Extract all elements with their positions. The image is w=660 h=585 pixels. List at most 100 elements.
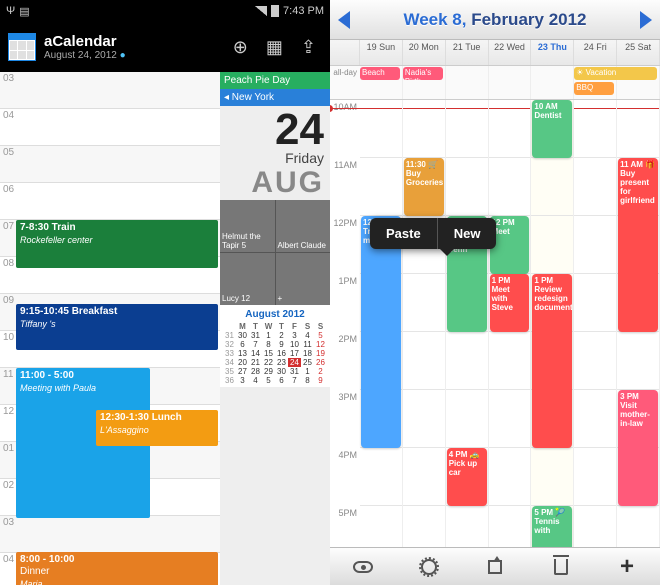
mini-cal-day[interactable]: 21 — [249, 358, 262, 367]
day-column[interactable]: 12 PM Train for marathon — [360, 100, 403, 547]
week-event[interactable]: 1 PM Review redesign documents — [532, 274, 572, 448]
mini-cal-day[interactable]: 36 — [223, 376, 236, 385]
allday-row[interactable]: all-day BeachNadia's Birth☀ VacationBBQ — [330, 66, 660, 100]
share-icon[interactable]: ⇪ — [301, 37, 316, 58]
mini-cal-day[interactable]: 31 — [288, 367, 301, 376]
mini-cal-day[interactable]: 24 — [288, 358, 301, 367]
mini-cal-day[interactable]: 20 — [236, 358, 249, 367]
mini-cal-day[interactable]: 9 — [275, 340, 288, 349]
hour-row[interactable]: 03 — [0, 72, 220, 109]
new-event-button[interactable]: New — [438, 218, 497, 249]
mini-cal-day[interactable]: 1 — [301, 367, 314, 376]
export-icon[interactable] — [484, 556, 506, 578]
hour-row[interactable]: 04 — [0, 109, 220, 146]
visibility-icon[interactable] — [352, 556, 374, 578]
day-column[interactable]: 11:30 🛒 Buy Groceries — [403, 100, 446, 547]
weekday-header[interactable]: 23 Thu — [531, 40, 574, 65]
mini-cal-day[interactable]: 7 — [249, 340, 262, 349]
mini-cal-day[interactable]: 4 — [249, 376, 262, 385]
mini-cal-day[interactable]: 17 — [288, 349, 301, 358]
mini-cal-day[interactable]: 8 — [262, 340, 275, 349]
hour-row[interactable]: 06 — [0, 183, 220, 220]
mini-cal-day[interactable]: 2 — [314, 367, 327, 376]
calendar-event[interactable]: 12:30-1:30 LunchL'Assaggino — [96, 410, 218, 446]
mini-cal-day[interactable]: 14 — [249, 349, 262, 358]
allday-event[interactable]: ☀ Vacation — [574, 67, 657, 80]
day-timeline[interactable]: 0304050607080910111201020304050607080910… — [0, 72, 220, 585]
calendar-event[interactable]: 9:15-10:45 BreakfastTiffany 's — [16, 304, 218, 350]
mini-cal-day[interactable]: 19 — [314, 349, 327, 358]
settings-icon[interactable] — [418, 556, 440, 578]
mini-cal-day[interactable]: 30 — [275, 367, 288, 376]
mini-cal-day[interactable]: 8 — [301, 376, 314, 385]
mini-cal-day[interactable]: 25 — [301, 358, 314, 367]
mini-cal-day[interactable]: 4 — [301, 331, 314, 340]
paste-button[interactable]: Paste — [370, 218, 437, 249]
next-week-button[interactable] — [640, 11, 652, 29]
contact-tile[interactable]: Albert Claude — [276, 200, 331, 252]
day-column[interactable]: 12 PM 🍴 Lunch with Jenn4 PM 🚕 Pick up ca… — [446, 100, 489, 547]
mini-cal-day[interactable]: 5 — [262, 376, 275, 385]
mini-cal-day[interactable]: 10 — [288, 340, 301, 349]
add-button[interactable]: + — [616, 556, 638, 578]
mini-cal-day[interactable]: 30 — [236, 331, 249, 340]
app-logo-icon[interactable] — [8, 33, 36, 61]
mini-cal-day[interactable]: 3 — [236, 376, 249, 385]
mini-cal-day[interactable]: 1 — [262, 331, 275, 340]
week-event[interactable]: 4 PM 🚕 Pick up car — [447, 448, 487, 506]
week-event[interactable]: 12 PM Train for marathon — [361, 216, 401, 448]
calendar-event[interactable]: 7-8:30 TrainRockefeller center — [16, 220, 218, 268]
allday-event[interactable]: Beach — [360, 67, 400, 80]
weekday-header[interactable]: 22 Wed — [489, 40, 532, 65]
mini-cal-day[interactable]: 22 — [262, 358, 275, 367]
mini-cal-day[interactable]: 33 — [223, 349, 236, 358]
add-event-icon[interactable]: ⊕ — [233, 37, 248, 58]
allday-event[interactable]: Nadia's Birth — [403, 67, 443, 80]
mini-cal-day[interactable]: 27 — [236, 367, 249, 376]
week-event[interactable]: 5 PM 🎾 Tennis with — [532, 506, 572, 547]
mini-cal-day[interactable]: 31 — [223, 331, 236, 340]
mini-cal-day[interactable]: 2 — [275, 331, 288, 340]
mini-cal-day[interactable]: 13 — [236, 349, 249, 358]
day-column[interactable]: 11 AM 🎁 Buy present for girlfriend 3 PM V… — [617, 100, 660, 547]
mini-cal-day[interactable]: 35 — [223, 367, 236, 376]
mini-cal-day[interactable]: 6 — [275, 376, 288, 385]
weekday-header[interactable]: 20 Mon — [403, 40, 446, 65]
mini-cal-day[interactable]: 5 — [314, 331, 327, 340]
day-banner[interactable]: Peach Pie Day — [220, 72, 330, 89]
mini-cal-day[interactable]: 34 — [223, 358, 236, 367]
mini-cal-day[interactable]: 23 — [275, 358, 288, 367]
mini-cal-day[interactable]: 28 — [249, 367, 262, 376]
week-event[interactable]: 3 PM Visit mother-in-law — [618, 390, 658, 506]
mini-cal-day[interactable]: 29 — [262, 367, 275, 376]
mini-cal-day[interactable]: 32 — [223, 340, 236, 349]
mini-cal-day[interactable]: 16 — [275, 349, 288, 358]
weekday-header[interactable]: 24 Fri — [574, 40, 617, 65]
mini-cal-day[interactable]: 18 — [301, 349, 314, 358]
week-event[interactable]: 10 AM Dentist — [532, 100, 572, 158]
mini-cal-day[interactable]: 3 — [288, 331, 301, 340]
weekday-header[interactable]: 25 Sat — [617, 40, 660, 65]
week-event[interactable]: 11:30 🛒 Buy Groceries — [404, 158, 444, 216]
calendar-view-icon[interactable]: ▦ — [266, 37, 283, 58]
week-grid[interactable]: 10AM11AM12PM1PM2PM3PM4PM5PM6PM 12 PM Tra… — [330, 100, 660, 547]
contact-tile[interactable]: Helmut the Tapir 5 — [220, 200, 275, 252]
mini-calendar[interactable]: August 2012 MTWTFSS313031123453267891011… — [220, 305, 330, 387]
mini-cal-day[interactable]: 7 — [288, 376, 301, 385]
week-event[interactable]: 11 AM 🎁 Buy present for girlfriend — [618, 158, 658, 332]
mini-cal-day[interactable]: 31 — [249, 331, 262, 340]
hour-row[interactable]: 03 — [0, 516, 220, 553]
contact-tile[interactable]: + — [276, 253, 331, 305]
calendar-event[interactable]: 8:00 - 10:00DinnerMaria — [16, 552, 218, 585]
prev-week-button[interactable] — [338, 11, 350, 29]
day-column[interactable] — [574, 100, 617, 547]
hour-row[interactable]: 05 — [0, 146, 220, 183]
contact-tile[interactable]: Lucy 12 — [220, 253, 275, 305]
day-column[interactable]: 12 PM Meet1 PM Meet with Steve — [489, 100, 532, 547]
weekday-header[interactable]: 21 Tue — [446, 40, 489, 65]
day-column[interactable]: 10 AM Dentist 1 PM Review redesign docume… — [531, 100, 574, 547]
week-event[interactable]: 1 PM Meet with Steve — [490, 274, 530, 332]
day-banner[interactable]: ◂ New York — [220, 89, 330, 106]
allday-event[interactable]: BBQ — [574, 82, 614, 95]
mini-cal-day[interactable]: 11 — [301, 340, 314, 349]
